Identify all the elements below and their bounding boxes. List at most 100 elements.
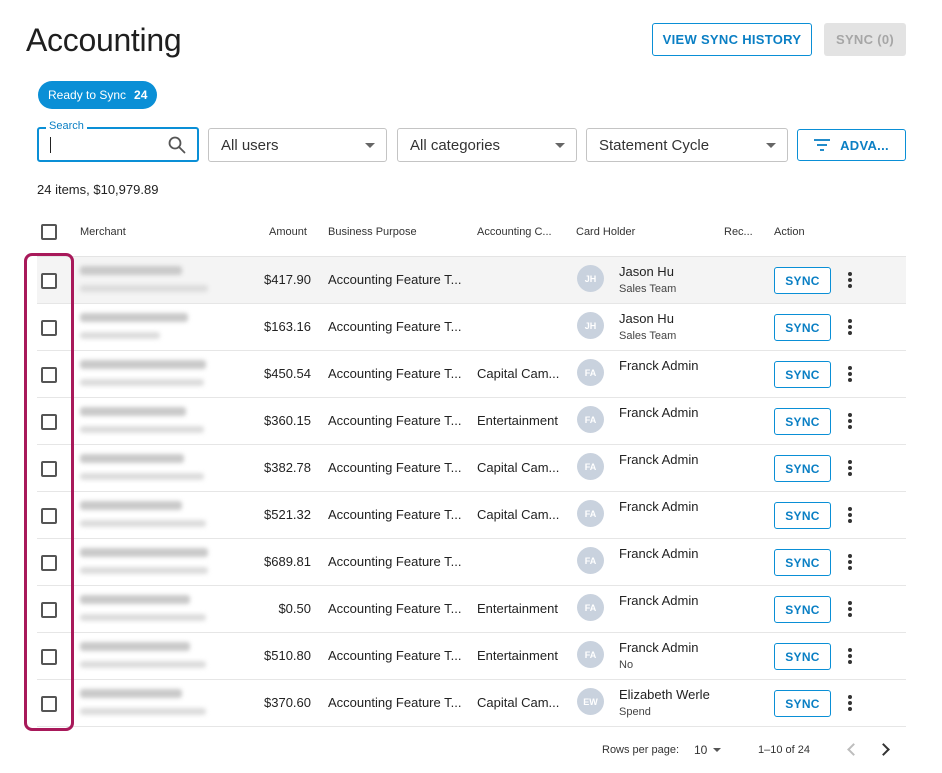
amount-cell: $163.16: [264, 319, 311, 334]
row-sync-button[interactable]: SYNC: [774, 408, 831, 435]
row-checkbox[interactable]: [41, 555, 57, 571]
card-holder-name: Elizabeth Werle: [619, 687, 710, 702]
more-vert-icon[interactable]: [843, 316, 857, 338]
users-select[interactable]: All users: [208, 128, 387, 162]
row-sync-button[interactable]: SYNC: [774, 267, 831, 294]
more-vert-icon[interactable]: [843, 598, 857, 620]
row-checkbox[interactable]: [41, 602, 57, 618]
row-checkbox[interactable]: [41, 649, 57, 665]
amount-cell: $370.60: [264, 695, 311, 710]
card-holder-name: Franck Admin: [619, 405, 699, 420]
column-header-card-holder[interactable]: Card Holder: [576, 226, 635, 238]
row-checkbox[interactable]: [41, 320, 57, 336]
table-row[interactable]: $163.16 Accounting Feature T... JH Jason Hu…: [37, 304, 906, 351]
more-vert-icon[interactable]: [843, 692, 857, 714]
caret-down-icon: [365, 143, 375, 148]
row-sync-button[interactable]: SYNC: [774, 361, 831, 388]
row-checkbox[interactable]: [41, 367, 57, 383]
table-row[interactable]: $510.80 Accounting Feature T... Entertainm…: [37, 633, 906, 680]
merchant-name-redacted: [80, 642, 190, 651]
more-vert-icon[interactable]: [843, 645, 857, 667]
chevron-right-icon[interactable]: [877, 743, 890, 756]
row-checkbox[interactable]: [41, 273, 57, 289]
column-header-accounting-category[interactable]: Accounting C...: [477, 226, 552, 238]
row-sync-button[interactable]: SYNC: [774, 502, 831, 529]
column-header-amount[interactable]: Amount: [269, 226, 307, 238]
accounting-category-cell: Entertainment: [477, 413, 558, 428]
business-purpose-cell: Accounting Feature T...: [328, 366, 462, 381]
search-input[interactable]: [37, 127, 199, 162]
accounting-category-cell: Entertainment: [477, 648, 558, 663]
items-summary: 24 items, $10,979.89: [37, 182, 159, 197]
card-holder-name: Franck Admin: [619, 499, 699, 514]
advanced-filters-label: ADVA...: [840, 137, 889, 153]
card-holder-team: No: [619, 659, 634, 671]
table-row[interactable]: $0.50 Accounting Feature T... Entertainmen…: [37, 586, 906, 633]
column-header-receipt[interactable]: Rec...: [724, 226, 753, 238]
text-caret: [50, 137, 51, 153]
business-purpose-cell: Accounting Feature T...: [328, 554, 462, 569]
accounting-category-cell: Capital Cam...: [477, 695, 560, 710]
more-vert-icon[interactable]: [843, 269, 857, 291]
row-sync-button[interactable]: SYNC: [774, 455, 831, 482]
row-sync-button[interactable]: SYNC: [774, 596, 831, 623]
business-purpose-cell: Accounting Feature T...: [328, 601, 462, 616]
chevron-left-icon[interactable]: [847, 743, 860, 756]
more-vert-icon[interactable]: [843, 551, 857, 573]
column-header-business-purpose[interactable]: Business Purpose: [328, 226, 417, 238]
avatar: FA: [577, 594, 604, 621]
row-checkbox[interactable]: [41, 508, 57, 524]
caret-down-icon: [555, 143, 565, 148]
more-vert-icon[interactable]: [843, 363, 857, 385]
avatar: FA: [577, 453, 604, 480]
caret-down-icon[interactable]: [713, 748, 721, 752]
card-holder-name: Jason Hu: [619, 264, 674, 279]
row-sync-button[interactable]: SYNC: [774, 549, 831, 576]
table-row[interactable]: $417.90 Accounting Feature T... JH Jason Hu…: [37, 257, 906, 304]
business-purpose-cell: Accounting Feature T...: [328, 413, 462, 428]
table-row[interactable]: $450.54 Accounting Feature T... Capital Ca…: [37, 351, 906, 398]
statement-cycle-select-value: Statement Cycle: [599, 136, 710, 154]
merchant-name-redacted: [80, 313, 188, 322]
sync-all-button[interactable]: SYNC (0): [824, 23, 906, 56]
more-vert-icon[interactable]: [843, 457, 857, 479]
table-row[interactable]: $689.81 Accounting Feature T... FA Franck A…: [37, 539, 906, 586]
advanced-filters-button[interactable]: ADVA...: [797, 129, 906, 161]
more-vert-icon[interactable]: [843, 504, 857, 526]
view-sync-history-button[interactable]: VIEW SYNC HISTORY: [652, 23, 812, 56]
avatar: FA: [577, 641, 604, 668]
business-purpose-cell: Accounting Feature T...: [328, 272, 462, 287]
merchant-name-redacted: [80, 501, 182, 510]
table-row[interactable]: $382.78 Accounting Feature T... Capital Ca…: [37, 445, 906, 492]
statement-cycle-select[interactable]: Statement Cycle: [586, 128, 788, 162]
select-all-checkbox[interactable]: [41, 224, 57, 240]
amount-cell: $689.81: [264, 554, 311, 569]
row-checkbox[interactable]: [41, 461, 57, 477]
accounting-category-cell: Entertainment: [477, 601, 558, 616]
row-checkbox[interactable]: [41, 414, 57, 430]
merchant-details-redacted: [80, 426, 204, 433]
row-sync-button[interactable]: SYNC: [774, 314, 831, 341]
card-holder-team: Spend: [619, 706, 651, 718]
rows-per-page-select[interactable]: 10: [694, 743, 707, 757]
row-sync-button[interactable]: SYNC: [774, 690, 831, 717]
card-holder-name: Franck Admin: [619, 546, 699, 561]
more-vert-icon[interactable]: [843, 410, 857, 432]
categories-select-value: All categories: [410, 136, 501, 154]
table-row[interactable]: $370.60 Accounting Feature T... Capital Ca…: [37, 680, 906, 727]
avatar: FA: [577, 406, 604, 433]
table-row[interactable]: $521.32 Accounting Feature T... Capital Ca…: [37, 492, 906, 539]
card-holder-name: Jason Hu: [619, 311, 674, 326]
users-select-value: All users: [221, 136, 279, 154]
row-sync-button[interactable]: SYNC: [774, 643, 831, 670]
business-purpose-cell: Accounting Feature T...: [328, 319, 462, 334]
row-checkbox[interactable]: [41, 696, 57, 712]
ready-to-sync-chip[interactable]: Ready to Sync 24: [38, 81, 158, 109]
search-icon[interactable]: [167, 135, 187, 155]
business-purpose-cell: Accounting Feature T...: [328, 695, 462, 710]
categories-select[interactable]: All categories: [397, 128, 577, 162]
avatar: JH: [577, 265, 604, 292]
column-header-merchant[interactable]: Merchant: [80, 226, 126, 238]
merchant-name-redacted: [80, 689, 182, 698]
table-row[interactable]: $360.15 Accounting Feature T... Entertainm…: [37, 398, 906, 445]
